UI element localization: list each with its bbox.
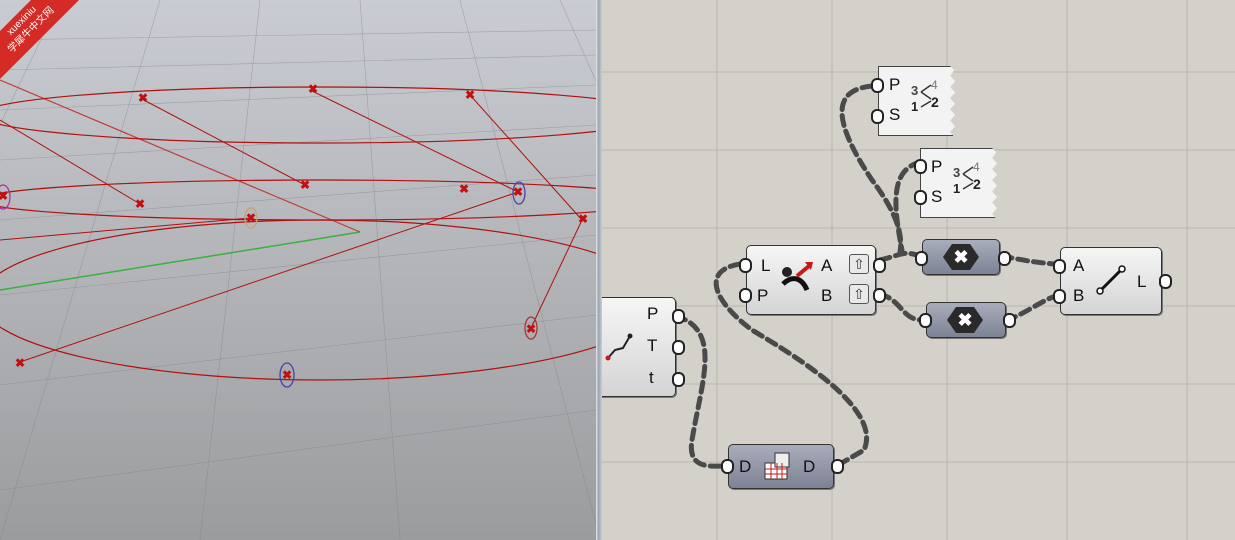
negative-component-2[interactable]: ✖ [926,302,1006,338]
negative-icon: ✖ [943,244,979,270]
flip-toggle-icon[interactable]: ⇧ [849,284,869,304]
svg-text:✖: ✖ [465,88,475,102]
param-t-grip[interactable] [672,340,685,355]
svg-text:✖: ✖ [246,211,256,225]
param-p-grip[interactable] [672,309,685,324]
panel1-p-label: P [889,75,901,94]
panel2-input-grip[interactable] [914,159,927,174]
svg-text:✖: ✖ [0,189,8,203]
line-b-input-grip[interactable] [1053,289,1066,304]
eval-p-input-grip[interactable] [739,288,752,303]
negative-component-1[interactable]: ✖ [922,239,1000,275]
panel2-input-grip-2[interactable] [914,190,927,205]
curve-parameter-component[interactable]: P T t [602,297,676,397]
svg-text:4: 4 [973,161,980,174]
line-output-l: L [1137,272,1147,291]
line-a-input-grip[interactable] [1053,259,1066,274]
svg-text:✖: ✖ [578,212,588,226]
svg-text:3: 3 [911,83,918,98]
neg2-output-grip[interactable] [1003,313,1016,328]
svg-text:2: 2 [931,94,939,110]
svg-text:4: 4 [931,79,938,92]
svg-text:✖: ✖ [15,356,25,370]
neg1-input-grip[interactable] [915,251,928,266]
panel-icon: 3 4 1 2 [953,161,981,196]
param-output-t: T [647,336,658,355]
panel1-input-grip[interactable] [871,78,884,93]
viewport-scene: ✖✖ ✖ ✖✖✖ ✖✖ ✖ ✖✖✖ ✖ [0,0,596,540]
svg-text:1: 1 [911,99,918,114]
panel1-s-label: S [889,105,901,124]
svg-text:✖: ✖ [459,182,469,196]
neg2-input-grip[interactable] [919,313,932,328]
eval-output-b: B [821,286,833,305]
negative-icon: ✖ [947,307,983,333]
data-input-grip[interactable] [721,459,734,474]
svg-text:✖: ✖ [526,322,536,336]
eval-input-p: P [757,286,769,305]
flip-toggle-icon[interactable]: ⇧ [849,254,869,274]
svg-text:1: 1 [953,181,960,196]
eval-a-output-grip[interactable] [873,258,886,273]
line-component[interactable]: A B L [1060,247,1162,315]
neg1-output-grip[interactable] [998,251,1011,266]
line-input-a: A [1073,256,1085,275]
line-icon [1096,265,1126,295]
eval-l-input-grip[interactable] [739,258,752,273]
data-output-d: D [803,457,816,476]
svg-text:✖: ✖ [282,368,292,382]
data-tree-icon [764,452,790,480]
panel2-p-label: P [931,157,943,176]
svg-text:✖: ✖ [135,197,145,211]
svg-text:✖: ✖ [300,178,310,192]
panel-icon: 3 4 1 2 [911,79,939,114]
eval-output-a: A [821,256,833,275]
line-input-b: B [1073,286,1085,305]
data-output-grip[interactable] [831,459,844,474]
param-t2-grip[interactable] [672,372,685,387]
param-output-p: P [647,304,659,323]
text-panel-1[interactable]: P S 3 4 1 2 [878,66,956,136]
line-output-grip[interactable] [1159,274,1172,289]
data-input-d: D [739,457,752,476]
panel2-s-label: S [931,187,943,206]
rhino-viewport[interactable]: ✖ ✖ ✖ ✖ ✖ ✖ ✖ ✖ ✖ ✖ ✖ ✖ ✖ xuexiniu 学犀牛中文网 [0,0,596,540]
evaluate-length-component[interactable]: L P A B ⇧ ⇧ [746,245,876,315]
svg-text:✖: ✖ [308,82,318,96]
param-icon [605,333,633,361]
data-tree-component[interactable]: D D [728,444,834,489]
grasshopper-canvas[interactable]: P S 3 4 1 2 P S 3 4 1 2 L P A B ⇧ ⇧ P T … [602,0,1235,540]
eval-input-l: L [761,256,771,275]
evaluate-curve-icon [781,262,813,292]
panel1-input-grip-2[interactable] [871,109,884,124]
svg-text:✖: ✖ [138,91,148,105]
param-output-t2: t [649,368,654,387]
eval-b-output-grip[interactable] [873,288,886,303]
svg-text:3: 3 [953,165,960,180]
svg-text:2: 2 [973,176,981,192]
text-panel-2[interactable]: P S 3 4 1 2 [920,148,998,218]
